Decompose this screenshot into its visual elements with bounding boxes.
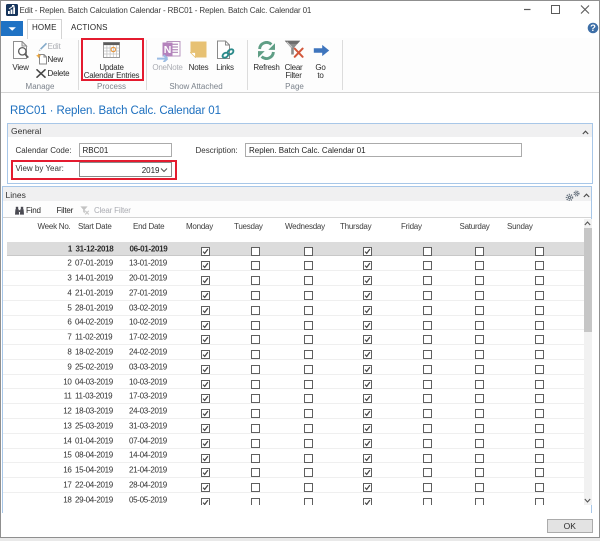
svg-text:N: N	[164, 44, 172, 56]
svg-text:?: ?	[590, 23, 596, 34]
